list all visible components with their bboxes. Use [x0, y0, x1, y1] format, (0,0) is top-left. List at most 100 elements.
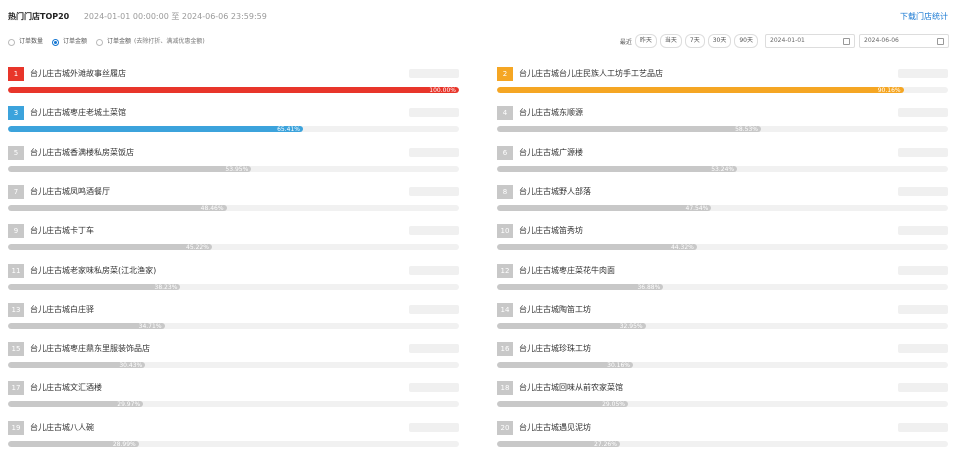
percent-label: 47.54%	[685, 205, 709, 212]
store-name: 台儿庄古城枣庄老城土菜馆	[30, 108, 126, 117]
rank-badge: 6	[497, 146, 513, 160]
percent-label: 36.88%	[637, 284, 661, 291]
percent-label: 28.99%	[112, 441, 136, 448]
start-date-input[interactable]: 2024-01-01	[765, 34, 855, 48]
end-date-input[interactable]: 2024-06-06	[859, 34, 949, 48]
ranking-row: 10 台儿庄古城笛秀坊	[497, 224, 948, 238]
option-label: 订单金额	[63, 38, 88, 45]
rank-badge: 8	[497, 185, 513, 199]
store-amount	[898, 305, 948, 314]
download-store-stats-link[interactable]: 下载门店统计	[900, 10, 948, 24]
progress-track: 36.88%	[497, 284, 948, 290]
percent-label: 29.97%	[117, 401, 141, 408]
radio-icon[interactable]	[96, 38, 104, 46]
store-amount	[409, 148, 459, 157]
progress-track: 90.16%	[497, 87, 948, 93]
calendar-icon[interactable]	[843, 38, 850, 45]
ranking-item: 18 台儿庄古城回味从前农家菜馆 29.05%	[497, 381, 948, 417]
option-order-count[interactable]: 订单数量	[8, 35, 43, 49]
option-order-amount[interactable]: 订单金额	[52, 35, 87, 49]
percent-label: 32.95%	[619, 323, 643, 330]
ranking-item: 11 台儿庄古城老家味私房菜(江北渔家) 38.23%	[8, 264, 459, 300]
progress-fill	[497, 87, 904, 93]
percent-label: 44.32%	[670, 244, 694, 251]
ranking-item: 7 台儿庄古城凤鸣酒餐厅 48.46%	[8, 185, 459, 221]
percent-label: 65.41%	[277, 126, 300, 133]
quick-range-90days[interactable]: 90天	[734, 34, 758, 48]
rank-badge: 18	[497, 381, 513, 395]
rank-badge: 14	[497, 303, 513, 317]
progress-fill	[8, 87, 459, 93]
store-amount	[898, 226, 948, 235]
rank-badge: 12	[497, 264, 513, 278]
store-amount	[898, 187, 948, 196]
store-name: 台儿庄古城枣庄鼎东里服装饰品店	[30, 344, 150, 353]
progress-track: 28.99%	[8, 441, 459, 447]
progress-fill	[8, 126, 303, 132]
rank-badge: 1	[8, 67, 24, 81]
ranking-item: 2 台儿庄古城台儿庄民族人工坊手工艺品店 90.16%	[497, 67, 948, 103]
store-amount	[898, 108, 948, 117]
progress-fill	[8, 205, 227, 211]
store-name: 台儿庄古城台儿庄民族人工坊手工艺品店	[519, 69, 663, 78]
ranking-row: 6 台儿庄古城广源楼	[497, 146, 948, 160]
end-date-value: 2024-06-06	[864, 37, 899, 44]
percent-label: 30.43%	[119, 362, 143, 369]
quick-range-30days[interactable]: 30天	[707, 34, 732, 48]
progress-track: 48.46%	[8, 205, 459, 211]
progress-track: 44.32%	[497, 244, 948, 250]
quick-range-7days[interactable]: 7天	[684, 34, 705, 48]
progress-track: 34.71%	[8, 323, 459, 329]
store-name: 台儿庄古城珍珠工坊	[519, 344, 591, 353]
rank-badge: 15	[8, 342, 24, 356]
percent-label: 53.95%	[225, 166, 249, 173]
ranking-item: 14 台儿庄古城陶笛工坊 32.95%	[497, 303, 948, 339]
ranking-row: 16 台儿庄古城珍珠工坊	[497, 342, 948, 356]
ranking-row: 15 台儿庄古城枣庄鼎东里服装饰品店	[8, 342, 459, 356]
store-name: 台儿庄古城枣庄菜花牛肉面	[519, 266, 615, 275]
progress-track: 47.54%	[497, 205, 948, 211]
store-name: 台儿庄古城白庄驿	[30, 305, 94, 314]
progress-fill	[8, 166, 252, 172]
store-amount	[898, 148, 948, 157]
ranking-row: 1 台儿庄古城外滩故事丝履店	[8, 67, 459, 81]
ranking-row: 7 台儿庄古城凤鸣酒餐厅	[8, 185, 459, 199]
quick-range-yesterday[interactable]: 昨天	[634, 34, 657, 48]
store-name: 台儿庄古城陶笛工坊	[519, 305, 591, 314]
progress-fill	[497, 126, 761, 132]
progress-track: 38.23%	[8, 284, 459, 290]
radio-icon[interactable]	[8, 38, 15, 46]
ranking-row: 11 台儿庄古城老家味私房菜(江北渔家)	[8, 264, 459, 278]
progress-track: 45.22%	[8, 244, 459, 250]
ranking-item: 19 台儿庄古城八人碗 28.99%	[8, 421, 459, 457]
rank-badge: 13	[8, 303, 24, 317]
progress-fill	[8, 244, 212, 250]
calendar-icon[interactable]	[937, 38, 944, 45]
progress-fill	[497, 166, 738, 172]
progress-track: 30.16%	[497, 362, 948, 368]
page-title: 热门门店TOP20	[8, 12, 70, 21]
progress-track: 30.43%	[8, 362, 459, 368]
percent-label: 34.71%	[138, 323, 162, 330]
ranking-row: 20 台儿庄古城遇见泥坊	[497, 421, 948, 435]
percent-label: 100.00%	[429, 87, 456, 94]
store-amount	[898, 383, 948, 392]
store-amount	[898, 266, 948, 275]
store-amount	[409, 69, 459, 78]
radio-selected-icon[interactable]	[52, 38, 60, 46]
start-date-value: 2024-01-01	[770, 37, 805, 44]
progress-track: 100.00%	[8, 87, 459, 93]
percent-label: 38.23%	[154, 284, 178, 291]
rank-badge: 19	[8, 421, 24, 435]
percent-label: 53.24%	[711, 166, 735, 173]
store-name: 台儿庄古城老家味私房菜(江北渔家)	[30, 266, 157, 275]
quick-range-today[interactable]: 当天	[659, 34, 682, 48]
rank-badge: 2	[497, 67, 513, 81]
store-amount	[409, 383, 459, 392]
ranking-row: 5 台儿庄古城香满楼私房菜饭店	[8, 146, 459, 160]
option-order-amount-net[interactable]: 订单金额 (去除打折、满减优惠金额)	[96, 35, 205, 49]
store-name: 台儿庄古城遇见泥坊	[519, 423, 591, 432]
rank-badge: 5	[8, 146, 24, 160]
ranking-row: 2 台儿庄古城台儿庄民族人工坊手工艺品店	[497, 67, 948, 81]
ranking-row: 19 台儿庄古城八人碗	[8, 421, 459, 435]
